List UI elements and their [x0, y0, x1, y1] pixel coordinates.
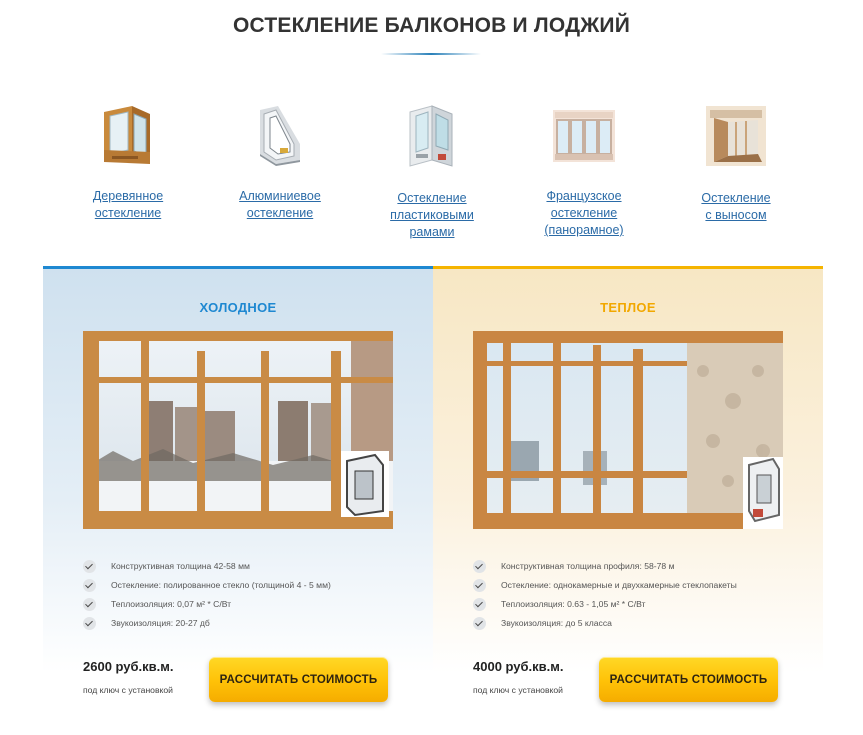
check-icon — [473, 560, 486, 573]
glazing-type-link[interactable]: Остекление пластиковыми рамами — [372, 190, 492, 241]
panel-heading: ТЕПЛОЕ — [600, 300, 656, 315]
feature-list: Конструктивная толщина 42-58 мм Остеклен… — [83, 557, 423, 633]
check-icon — [473, 617, 486, 630]
feature-item: Теплоизоляция: 0,07 м² * С/Вт — [83, 595, 423, 614]
warm-glazing-panel: ТЕПЛОЕ Конструктивная толщина профиля: 5… — [433, 266, 823, 728]
check-icon — [83, 598, 96, 611]
glazing-type-plastic[interactable]: Остекление пластиковыми рамами — [372, 104, 492, 241]
check-icon — [83, 579, 96, 592]
glazing-type-link[interactable]: Алюминиевое остекление — [220, 188, 340, 222]
extended-balcony-icon — [706, 106, 766, 166]
cold-glazing-panel: ХОЛОДНОЕ Конструктивная толщина 42-58 мм… — [43, 266, 433, 728]
feature-item: Остекление: полированное стекло (толщино… — [83, 576, 423, 595]
price: 2600 руб.кв.м. — [83, 659, 174, 674]
title-underline — [381, 53, 481, 55]
cold-balcony-photo — [83, 331, 393, 529]
glazing-type-link[interactable]: Деревянное остекление — [68, 188, 188, 222]
glazing-types-row: Деревянное остекление Алюминиевое остеклен… — [0, 104, 863, 244]
price-note: под ключ с установкой — [473, 685, 563, 695]
feature-item: Конструктивная толщина 42-58 мм — [83, 557, 423, 576]
calculate-cost-button[interactable]: РАССЧИТАТЬ СТОИМОСТЬ — [599, 657, 778, 702]
feature-item: Звукоизоляция: 20-27 дб — [83, 614, 423, 633]
check-icon — [83, 617, 96, 630]
feature-list: Конструктивная толщина профиля: 58-78 м … — [473, 557, 813, 633]
price: 4000 руб.кв.м. — [473, 659, 564, 674]
panoramic-balcony-icon — [553, 110, 615, 162]
price-note: под ключ с установкой — [83, 685, 173, 695]
glazing-type-link[interactable]: Французское остекление (панорамное) — [524, 188, 644, 239]
feature-item: Теплоизоляция: 0.63 - 1,05 м² * С/Вт — [473, 595, 813, 614]
calculate-cost-button[interactable]: РАССЧИТАТЬ СТОИМОСТЬ — [209, 657, 388, 702]
glazing-type-extended[interactable]: Остекление с выносом — [676, 104, 796, 224]
check-icon — [473, 598, 486, 611]
glazing-type-french[interactable]: Французское остекление (панорамное) — [524, 104, 644, 239]
check-icon — [473, 579, 486, 592]
glazing-type-aluminum[interactable]: Алюминиевое остекление — [220, 104, 340, 222]
plastic-window-profile-icon — [409, 105, 453, 167]
check-icon — [83, 560, 96, 573]
glazing-type-link[interactable]: Остекление с выносом — [676, 190, 796, 224]
warm-balcony-photo — [473, 331, 783, 529]
page-title: ОСТЕКЛЕНИЕ БАЛКОНОВ И ЛОДЖИЙ — [232, 14, 631, 37]
aluminum-window-profile-icon — [260, 106, 300, 166]
feature-item: Конструктивная толщина профиля: 58-78 м — [473, 557, 813, 576]
wooden-window-profile-icon — [104, 106, 150, 164]
panel-heading: ХОЛОДНОЕ — [199, 300, 277, 315]
feature-item: Остекление: однокамерные и двухкамерные … — [473, 576, 813, 595]
glazing-type-wooden[interactable]: Деревянное остекление — [68, 104, 188, 222]
feature-item: Звукоизоляция: до 5 класса — [473, 614, 813, 633]
